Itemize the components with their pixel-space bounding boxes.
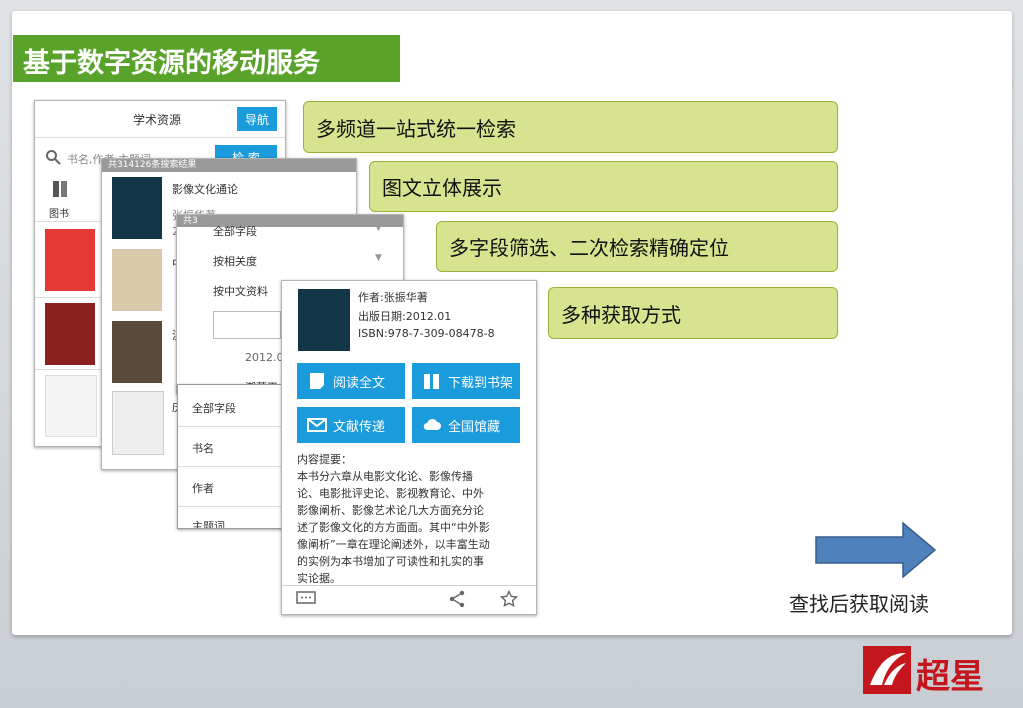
summary-line: 的实例为本书增加了可读性和扎实的事 <box>297 555 484 568</box>
summary-line: 实论据。 <box>297 572 341 585</box>
filter-option-lang[interactable]: 按中文资料 <box>213 283 268 299</box>
summary-title: 内容提要： <box>297 453 352 466</box>
books-icon <box>424 374 439 389</box>
page-title: 基于数字资源的移动服务 <box>23 48 320 79</box>
feature-label: 多频道一站式统一检索 <box>316 116 516 141</box>
nav-button[interactable]: 导航 <box>237 107 277 131</box>
summary-line: 论、电影批评史论、影视教育论、中外 <box>297 487 484 500</box>
year-label: 2012.0 <box>245 351 284 364</box>
filter-input[interactable] <box>213 311 281 339</box>
bottom-divider <box>282 585 536 586</box>
cloud-icon <box>423 418 441 430</box>
feature-label: 图文立体展示 <box>382 176 502 200</box>
button-label: 下载到书架 <box>448 375 514 391</box>
book-cover[interactable] <box>45 303 95 365</box>
right-arrow-icon <box>815 522 937 578</box>
chevron-down-icon: ▼ <box>375 253 382 263</box>
menu-item-author[interactable]: 作者 <box>192 480 214 496</box>
summary-line: 述了影像文化的方方面面。其中“中外影 <box>297 521 490 534</box>
books-icon <box>53 181 67 197</box>
star-icon[interactable] <box>500 590 518 608</box>
mail-icon <box>307 418 327 432</box>
feature-field-filtering: 多字段筛选、二次检索精确定位 <box>436 221 838 272</box>
download-to-shelf-button[interactable]: 下载到书架 <box>412 363 520 399</box>
menu-item-subject[interactable]: 主题词 <box>192 518 225 528</box>
title-banner: 基于数字资源的移动服务 <box>13 35 400 82</box>
summary-line: 影像阐析、影像艺术论几大方面充分论 <box>297 504 484 517</box>
national-holdings-button[interactable]: 全国馆藏 <box>412 407 520 443</box>
filter-option-field[interactable]: 全部字段 <box>213 223 257 239</box>
detail-screen: 作者:张振华著 出版日期:2012.01 ISBN:978-7-309-0847… <box>281 280 537 615</box>
menu-item-all[interactable]: 全部字段 <box>192 400 236 416</box>
screen-header: 学术资源 <box>133 113 182 127</box>
book-cover[interactable] <box>112 177 162 239</box>
detail-isbn: ISBN:978-7-309-08478-8 <box>358 327 495 340</box>
summary-line: 像阐析”一章在理论阐述外，以丰富生动 <box>297 538 490 551</box>
feature-label: 多种获取方式 <box>561 302 681 327</box>
detail-author: 作者:张振华著 <box>358 291 428 304</box>
book-title[interactable]: 影像文化通论 <box>172 181 238 197</box>
feature-access-methods: 多种获取方式 <box>548 287 838 339</box>
field-menu: 全部字段 书名 作者 主题词 <box>177 384 289 529</box>
filter-option-sort[interactable]: 按相关度 <box>213 253 257 269</box>
logo-text: 超星 <box>916 657 984 697</box>
chevron-down-icon: ▼ <box>375 223 382 233</box>
book-cover[interactable] <box>112 391 164 455</box>
comment-icon[interactable] <box>296 591 316 607</box>
button-label: 文献传递 <box>333 419 386 435</box>
feature-label: 多字段筛选、二次检索精确定位 <box>449 236 729 260</box>
book-cover[interactable] <box>45 229 95 291</box>
feature-multimedia-display: 图文立体展示 <box>369 161 838 212</box>
caption: 查找后获取阅读 <box>789 592 929 616</box>
book-cover[interactable] <box>112 249 162 311</box>
read-fulltext-button[interactable]: 阅读全文 <box>297 363 405 399</box>
book-cover <box>298 289 350 351</box>
menu-divider <box>178 466 288 467</box>
chaoxing-logo-icon <box>863 646 911 694</box>
category-label[interactable]: 图书 <box>49 205 69 220</box>
feature-unified-search: 多频道一站式统一检索 <box>303 101 838 153</box>
document-delivery-button[interactable]: 文献传递 <box>297 407 405 443</box>
search-icon <box>46 150 61 165</box>
button-label: 阅读全文 <box>333 375 386 391</box>
menu-divider <box>178 426 288 427</box>
button-label: 全国馆藏 <box>448 419 501 435</box>
book-cover[interactable] <box>45 375 97 437</box>
menu-item-title[interactable]: 书名 <box>192 440 214 456</box>
menu-divider <box>178 506 288 507</box>
summary-line: 本书分六章从电影文化论、影像传播 <box>297 470 473 483</box>
book-cover[interactable] <box>112 321 162 383</box>
share-icon[interactable] <box>448 590 466 608</box>
document-icon <box>310 373 324 389</box>
partial-count: 共3 <box>177 215 403 227</box>
header-divider <box>35 137 285 138</box>
result-count: 共314126条搜索结果 <box>102 159 356 172</box>
detail-pub-date: 出版日期:2012.01 <box>358 310 452 323</box>
